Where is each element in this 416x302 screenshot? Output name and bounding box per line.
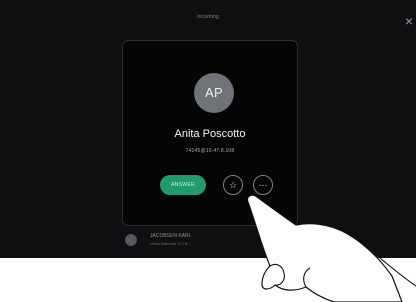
avatar (125, 234, 137, 246)
recent-call-name: JACOBSEN KARL (150, 233, 192, 239)
close-icon[interactable]: × (402, 14, 416, 28)
avatar: AP (194, 73, 234, 113)
favorite-button[interactable]: ☆ (223, 175, 243, 195)
answer-button[interactable]: ANSWER (160, 175, 206, 195)
finger-crease (269, 263, 285, 286)
caller-address: 74145@10.47.8.108 (185, 148, 235, 154)
wrist-line (379, 257, 416, 287)
recent-call-detail: Video Bahnhof 11 Tie (150, 241, 188, 246)
caller-name: Anita Poscotto (174, 128, 246, 140)
more-button[interactable]: ⋯ (253, 175, 273, 195)
touch-panel-screen: Incoming × AP Anita Poscotto 74145@10.47… (0, 0, 416, 258)
star-icon: ☆ (228, 180, 238, 190)
incoming-call-card: AP Anita Poscotto 74145@10.47.8.108 ANSW… (122, 40, 298, 226)
recent-call-item[interactable]: JACOBSEN KARL Video Bahnhof 11 Tie (125, 232, 295, 246)
screen-title: Incoming (197, 14, 219, 20)
knuckle-line (303, 267, 311, 288)
more-icon: ⋯ (258, 180, 268, 190)
